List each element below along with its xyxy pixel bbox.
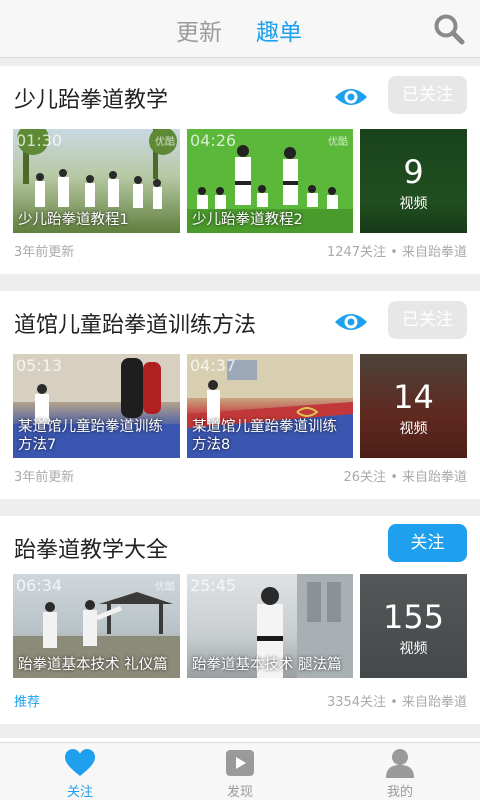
more-videos-tile[interactable]: 14 视频 bbox=[360, 354, 467, 458]
video-duration: 05:13 bbox=[16, 356, 63, 375]
nav-label: 关注 bbox=[66, 785, 93, 800]
nav-follow[interactable]: 关注 bbox=[30, 743, 130, 800]
video-thumbnail[interactable]: 04:37 某道馆儿童跆拳道训练方法8 bbox=[187, 354, 353, 458]
video-count-label: 视频 bbox=[399, 641, 428, 657]
list-stats: 26关注 • 来自跆拳道 bbox=[343, 470, 467, 485]
video-thumbnail[interactable]: 06:34 优酷 跆拳道基本技术 礼仪篇 bbox=[13, 574, 180, 678]
video-duration: 04:26 bbox=[190, 131, 237, 150]
video-title: 跆拳道基本技术 腿法篇 bbox=[192, 657, 342, 673]
video-duration: 06:34 bbox=[16, 576, 63, 595]
video-count: 9 bbox=[403, 153, 424, 191]
eye-icon bbox=[335, 89, 367, 105]
followed-button[interactable]: 已关注 bbox=[388, 301, 467, 339]
video-count-overlay: 155 视频 bbox=[360, 574, 467, 678]
video-title: 少儿跆拳道教程1 bbox=[18, 212, 129, 228]
recommend-tag[interactable]: 推荐 bbox=[14, 691, 40, 710]
list-title: 少儿跆拳道教学 bbox=[14, 88, 169, 113]
video-title: 跆拳道基本技术 礼仪篇 bbox=[18, 657, 168, 673]
video-count-label: 视频 bbox=[399, 421, 428, 437]
search-icon[interactable] bbox=[432, 12, 466, 46]
list-stats: 3354关注 • 来自跆拳道 bbox=[326, 695, 467, 710]
video-thumbnail[interactable]: 25:45 跆拳道基本技术 腿法篇 bbox=[187, 574, 353, 678]
list-card[interactable]: 少儿跆拳道教学 已关注 01:30 优酷 少儿跆拳道教程1 04:26 优酷 少… bbox=[0, 66, 480, 274]
play-icon bbox=[226, 750, 254, 776]
video-count-overlay: 9 视频 bbox=[360, 129, 467, 233]
list-card[interactable]: 道馆儿童跆拳道训练方法 已关注 05:13 某道馆儿童跆拳道训练方法7 04:3… bbox=[0, 291, 480, 499]
list-title: 道馆儿童跆拳道训练方法 bbox=[14, 313, 257, 338]
nav-label: 我的 bbox=[386, 785, 413, 800]
list-card[interactable]: 跆拳道教学大全 关注 06:34 优酷 跆拳道基本技术 礼仪篇 25:45 跆拳… bbox=[0, 516, 480, 724]
video-count: 155 bbox=[382, 598, 445, 636]
more-videos-tile[interactable]: 9 视频 bbox=[360, 129, 467, 233]
tab-updates[interactable]: 更新 bbox=[176, 13, 222, 47]
video-duration: 04:37 bbox=[190, 356, 237, 375]
video-duration: 01:30 bbox=[16, 131, 63, 150]
video-watermark: 优酷 bbox=[155, 582, 175, 593]
list-updated-time: 3年前更新 bbox=[14, 245, 75, 260]
nav-mine[interactable]: 我的 bbox=[350, 743, 450, 800]
followed-button[interactable]: 已关注 bbox=[388, 76, 467, 114]
video-title: 某道馆儿童跆拳道训练方法8 bbox=[192, 419, 337, 453]
eye-icon bbox=[335, 314, 367, 330]
list-updated-time: 3年前更新 bbox=[14, 470, 75, 485]
video-title: 某道馆儿童跆拳道训练方法7 bbox=[18, 419, 163, 453]
video-watermark: 优酷 bbox=[328, 137, 348, 148]
video-count-label: 视频 bbox=[399, 196, 428, 212]
video-watermark: 优酷 bbox=[155, 137, 175, 148]
video-count: 14 bbox=[393, 378, 434, 416]
nav-discover[interactable]: 发现 bbox=[190, 743, 290, 800]
list-stats: 1247关注 • 来自跆拳道 bbox=[326, 245, 467, 260]
video-thumbnail[interactable]: 05:13 某道馆儿童跆拳道训练方法7 bbox=[13, 354, 180, 458]
video-count-overlay: 14 视频 bbox=[360, 354, 467, 458]
bottom-nav: 关注 发现 我的 bbox=[0, 742, 480, 800]
top-bar: 更新 趣单 bbox=[0, 0, 480, 58]
nav-label: 发现 bbox=[226, 785, 253, 800]
follow-button[interactable]: 关注 bbox=[388, 524, 467, 562]
more-videos-tile[interactable]: 155 视频 bbox=[360, 574, 467, 678]
video-duration: 25:45 bbox=[190, 576, 237, 595]
heart-icon bbox=[65, 749, 95, 776]
tab-lists[interactable]: 趣单 bbox=[256, 13, 302, 47]
list-title: 跆拳道教学大全 bbox=[14, 538, 169, 563]
video-thumbnail[interactable]: 01:30 优酷 少儿跆拳道教程1 bbox=[13, 129, 180, 233]
video-title: 少儿跆拳道教程2 bbox=[192, 212, 303, 228]
person-icon bbox=[386, 749, 414, 778]
video-thumbnail[interactable]: 04:26 优酷 少儿跆拳道教程2 bbox=[187, 129, 353, 233]
